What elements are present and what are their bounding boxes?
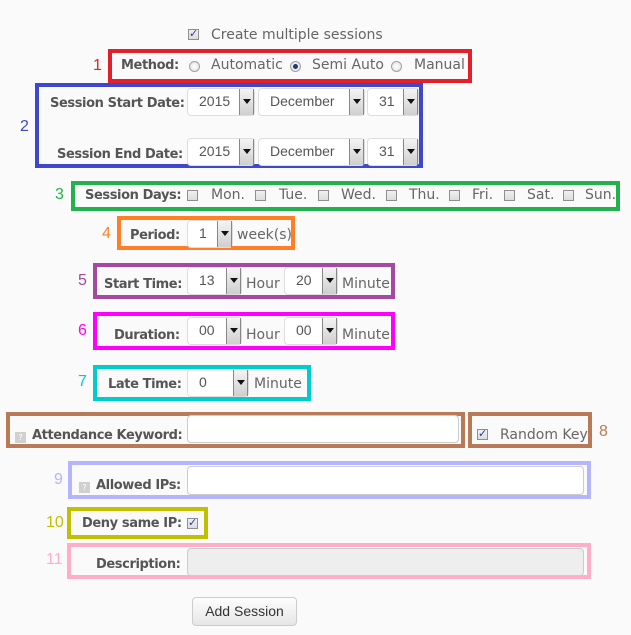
period-label: Period: bbox=[130, 228, 180, 243]
start-year-value: 2015 bbox=[199, 93, 231, 109]
chevron-down-icon bbox=[322, 268, 337, 294]
late-time-label: Late Time: bbox=[108, 377, 182, 392]
end-day-select[interactable]: 31 bbox=[367, 138, 419, 166]
start-month-select[interactable]: December bbox=[258, 88, 365, 116]
duration-minute-select[interactable]: 00 bbox=[284, 317, 338, 345]
session-days-label: Session Days: bbox=[85, 188, 182, 203]
start-date-label: Session Start Date: bbox=[50, 96, 185, 111]
annotation-3: 3 bbox=[55, 186, 64, 203]
start-hour-value: 13 bbox=[199, 272, 215, 288]
add-session-button[interactable]: Add Session bbox=[192, 597, 297, 626]
annotation-9: 9 bbox=[54, 471, 63, 488]
chevron-down-icon bbox=[217, 221, 232, 247]
end-day-value: 31 bbox=[379, 143, 395, 159]
annotation-6: 6 bbox=[78, 322, 87, 339]
end-month-value: December bbox=[270, 143, 335, 159]
day-checkbox-fri[interactable] bbox=[449, 190, 460, 201]
help-icon[interactable]: ? bbox=[15, 432, 26, 443]
end-month-select[interactable]: December bbox=[258, 138, 365, 166]
create-multiple-label: Create multiple sessions bbox=[211, 27, 383, 43]
day-checkbox-sat[interactable] bbox=[504, 190, 515, 201]
start-time-label: Start Time: bbox=[104, 277, 182, 292]
method-radio-manual[interactable] bbox=[391, 61, 402, 72]
chevron-down-icon bbox=[403, 139, 418, 165]
description-input[interactable] bbox=[187, 548, 584, 576]
annotation-1: 1 bbox=[93, 57, 102, 74]
day-label-sat: Sat. bbox=[527, 187, 555, 203]
start-month-value: December bbox=[270, 93, 335, 109]
annotation-5: 5 bbox=[78, 272, 87, 289]
day-checkbox-tue[interactable] bbox=[255, 190, 266, 201]
duration-hour-value: 00 bbox=[199, 322, 215, 338]
method-label: Method: bbox=[121, 58, 179, 73]
day-label-mon: Mon. bbox=[211, 187, 245, 203]
period-value: 1 bbox=[199, 225, 207, 241]
chevron-down-icon bbox=[239, 139, 254, 165]
day-label-sun: Sun. bbox=[585, 187, 617, 203]
chevron-down-icon bbox=[239, 89, 254, 115]
start-minute-unit: Minute bbox=[342, 276, 390, 292]
deny-same-ip-label: Deny same IP: bbox=[82, 516, 182, 531]
day-checkbox-sun[interactable] bbox=[563, 190, 574, 201]
day-label-wed: Wed. bbox=[341, 187, 376, 203]
method-radio-automatic[interactable] bbox=[189, 61, 200, 72]
start-year-select[interactable]: 2015 bbox=[187, 88, 255, 116]
duration-label: Duration: bbox=[114, 328, 180, 343]
day-label-fri: Fri. bbox=[472, 187, 494, 203]
start-day-select[interactable]: 31 bbox=[367, 88, 419, 116]
day-checkbox-mon[interactable] bbox=[187, 190, 198, 201]
annotation-4: 4 bbox=[102, 225, 111, 242]
method-option-automatic[interactable]: Automatic bbox=[211, 57, 283, 73]
create-multiple-checkbox[interactable] bbox=[188, 27, 199, 40]
late-time-value: 0 bbox=[199, 374, 207, 390]
annotation-10: 10 bbox=[46, 514, 64, 531]
start-minute-value: 20 bbox=[296, 272, 312, 288]
start-minute-select[interactable]: 20 bbox=[284, 267, 338, 295]
end-year-select[interactable]: 2015 bbox=[187, 138, 255, 166]
method-radio-semi-auto[interactable] bbox=[290, 61, 301, 72]
description-label: Description: bbox=[96, 557, 181, 572]
day-label-thu: Thu. bbox=[409, 187, 440, 203]
start-day-value: 31 bbox=[379, 93, 395, 109]
keyword-input[interactable] bbox=[187, 415, 459, 443]
annotation-8: 8 bbox=[599, 423, 608, 440]
day-checkbox-thu[interactable] bbox=[386, 190, 397, 201]
allowed-ips-label: Allowed IPs: bbox=[96, 478, 181, 493]
random-key-checkbox[interactable] bbox=[477, 427, 488, 440]
period-unit: week(s) bbox=[237, 227, 293, 243]
chevron-down-icon bbox=[233, 370, 248, 396]
end-date-label: Session End Date: bbox=[57, 147, 183, 162]
annotation-2: 2 bbox=[20, 118, 29, 135]
allowed-ips-input[interactable] bbox=[187, 466, 584, 495]
method-option-semi-auto[interactable]: Semi Auto bbox=[312, 57, 384, 73]
duration-minute-unit: Minute bbox=[342, 327, 390, 343]
late-time-select[interactable]: 0 bbox=[187, 369, 249, 397]
period-select[interactable]: 1 bbox=[187, 220, 233, 248]
random-key-label: Random Key bbox=[500, 427, 588, 443]
start-hour-select[interactable]: 13 bbox=[187, 267, 242, 295]
duration-minute-value: 00 bbox=[296, 322, 312, 338]
help-icon[interactable]: ? bbox=[79, 482, 90, 493]
day-label-tue: Tue. bbox=[279, 187, 308, 203]
chevron-down-icon bbox=[403, 89, 418, 115]
deny-same-ip-checkbox[interactable] bbox=[187, 516, 198, 529]
end-year-value: 2015 bbox=[199, 143, 231, 159]
annotation-11: 11 bbox=[46, 551, 63, 568]
keyword-label: Attendance Keyword: bbox=[32, 428, 183, 443]
chevron-down-icon bbox=[226, 318, 241, 344]
start-hour-unit: Hour bbox=[246, 276, 280, 292]
chevron-down-icon bbox=[349, 139, 364, 165]
method-option-manual[interactable]: Manual bbox=[414, 57, 465, 73]
duration-hour-unit: Hour bbox=[246, 327, 280, 343]
duration-hour-select[interactable]: 00 bbox=[187, 317, 242, 345]
late-time-unit: Minute bbox=[254, 376, 302, 392]
day-checkbox-wed[interactable] bbox=[318, 190, 329, 201]
chevron-down-icon bbox=[226, 268, 241, 294]
annotation-7: 7 bbox=[78, 373, 87, 390]
chevron-down-icon bbox=[322, 318, 337, 344]
chevron-down-icon bbox=[349, 89, 364, 115]
